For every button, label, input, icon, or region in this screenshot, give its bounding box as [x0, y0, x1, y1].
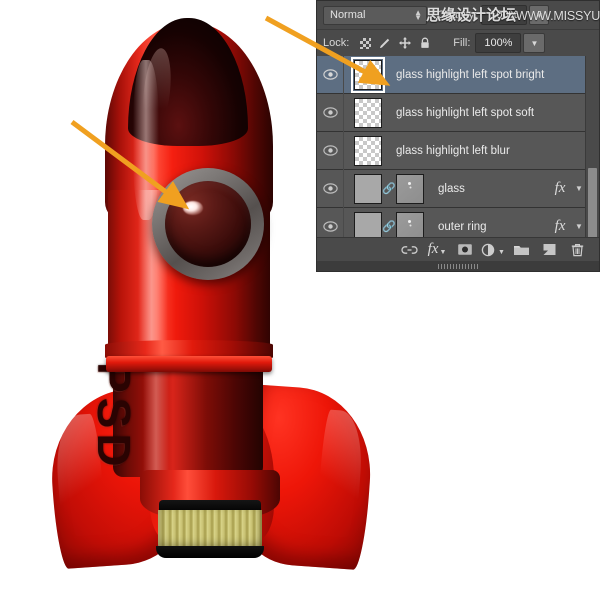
fx-glyph: fx [427, 241, 439, 257]
blend-mode-value: Normal [330, 9, 366, 21]
layer-thumbnail-cell[interactable]: 🔗 [344, 173, 424, 204]
screenshot-canvas: PSD Normal ▲ ▼ Opacity: 100% ▼ Lock: Fil… [0, 0, 600, 600]
fx-label: fx [554, 218, 566, 234]
layer-row[interactable]: 🔗 glass fx ▼ [317, 169, 599, 208]
layer-visibility-toggle[interactable] [317, 93, 344, 132]
link-layers-icon[interactable] [395, 239, 423, 261]
layer-thumbnail-cell[interactable] [344, 135, 382, 166]
layer-thumbnail[interactable] [354, 97, 382, 128]
layers-panel-bottom-toolbar: fx ▼ ▼ [317, 237, 599, 261]
fill-input[interactable]: 100% [475, 33, 522, 53]
layer-row[interactable]: glass highlight left blur [317, 131, 599, 170]
layer-effects-fx-icon[interactable]: fx [547, 218, 573, 235]
eye-icon [322, 107, 338, 118]
opacity-dropdown-arrow-icon[interactable]: ▼ [529, 5, 550, 25]
brush-icon[interactable] [375, 34, 395, 52]
layer-thumbnail[interactable] [354, 135, 382, 166]
rocket-nozzle-base [156, 546, 264, 558]
layer-name[interactable]: glass [424, 183, 547, 195]
adjustment-layer-icon[interactable]: ▼ [479, 239, 507, 261]
eye-icon [322, 221, 338, 232]
eye-icon [322, 69, 338, 80]
rocket-body-band [106, 356, 272, 372]
layer-visibility-toggle[interactable] [317, 55, 344, 94]
layer-name[interactable]: glass highlight left spot soft [382, 107, 585, 119]
rocket-nose-sheen [133, 60, 159, 220]
layer-mask-thumbnail[interactable] [396, 173, 424, 204]
layer-name[interactable]: glass highlight left spot bright [382, 69, 585, 81]
fill-label: Fill: [453, 37, 471, 49]
panel-resize-grip[interactable] [317, 261, 599, 271]
move-icon[interactable] [395, 34, 415, 52]
layer-thumbnail-cell[interactable] [344, 56, 385, 93]
layer-visibility-toggle[interactable] [317, 169, 344, 208]
mask-link-icon[interactable]: 🔗 [382, 182, 396, 195]
layer-row[interactable]: glass highlight left spot bright [317, 55, 599, 94]
rocket-porthole-glass [165, 181, 251, 267]
layer-row[interactable]: glass highlight left spot soft [317, 93, 599, 132]
new-group-folder-icon[interactable] [507, 239, 535, 261]
chevron-updown-icon: ▲ ▼ [414, 8, 422, 22]
layer-thumbnail[interactable] [354, 173, 382, 204]
layer-thumbnail[interactable] [351, 56, 385, 93]
fill-value: 100% [484, 37, 513, 49]
blend-mode-select[interactable]: Normal ▲ ▼ [323, 5, 427, 25]
layer-name[interactable]: glass highlight left blur [382, 145, 585, 157]
glass-highlight-left-spot-bright [183, 201, 203, 215]
layer-effects-expand-chevron-icon[interactable]: ▼ [573, 222, 585, 231]
layers-panel-scrollbar[interactable] [585, 56, 599, 249]
layer-style-fx-icon[interactable]: fx ▼ [423, 239, 451, 261]
new-layer-icon[interactable] [535, 239, 563, 261]
layers-panel: Normal ▲ ▼ Opacity: 100% ▼ Lock: Fill: 1… [316, 0, 600, 272]
rocket-porthole-outer-ring [152, 168, 264, 280]
psd-logo-text: PSD [88, 362, 140, 472]
layers-panel-top-row: Normal ▲ ▼ Opacity: 100% ▼ [317, 1, 599, 30]
layer-effects-fx-icon[interactable]: fx [547, 180, 573, 197]
layer-name[interactable]: outer ring [424, 221, 547, 233]
scrollbar-thumb[interactable] [588, 168, 597, 246]
opacity-label: Opacity: [437, 9, 478, 21]
fill-dropdown-arrow-icon[interactable]: ▼ [523, 33, 546, 53]
opacity-input[interactable]: 100% [481, 5, 528, 25]
transparency-checker-icon[interactable] [355, 34, 375, 52]
mask-link-icon[interactable]: 🔗 [382, 220, 396, 233]
lock-label: Lock: [323, 37, 350, 49]
layer-thumbnail-cell[interactable] [344, 97, 382, 128]
opacity-value: 100% [490, 9, 519, 21]
eye-icon [322, 145, 338, 156]
layers-panel-lock-row: Lock: Fill: 100% ▼ [317, 30, 599, 57]
lock-icon[interactable] [415, 34, 435, 52]
layer-list[interactable]: glass highlight left spot bright glass h… [317, 55, 599, 249]
fx-label: fx [554, 180, 566, 196]
eye-icon [322, 183, 338, 194]
add-layer-mask-icon[interactable] [451, 239, 479, 261]
delete-layer-trash-icon[interactable] [563, 239, 591, 261]
layer-visibility-toggle[interactable] [317, 131, 344, 170]
layer-effects-expand-chevron-icon[interactable]: ▼ [573, 184, 585, 193]
